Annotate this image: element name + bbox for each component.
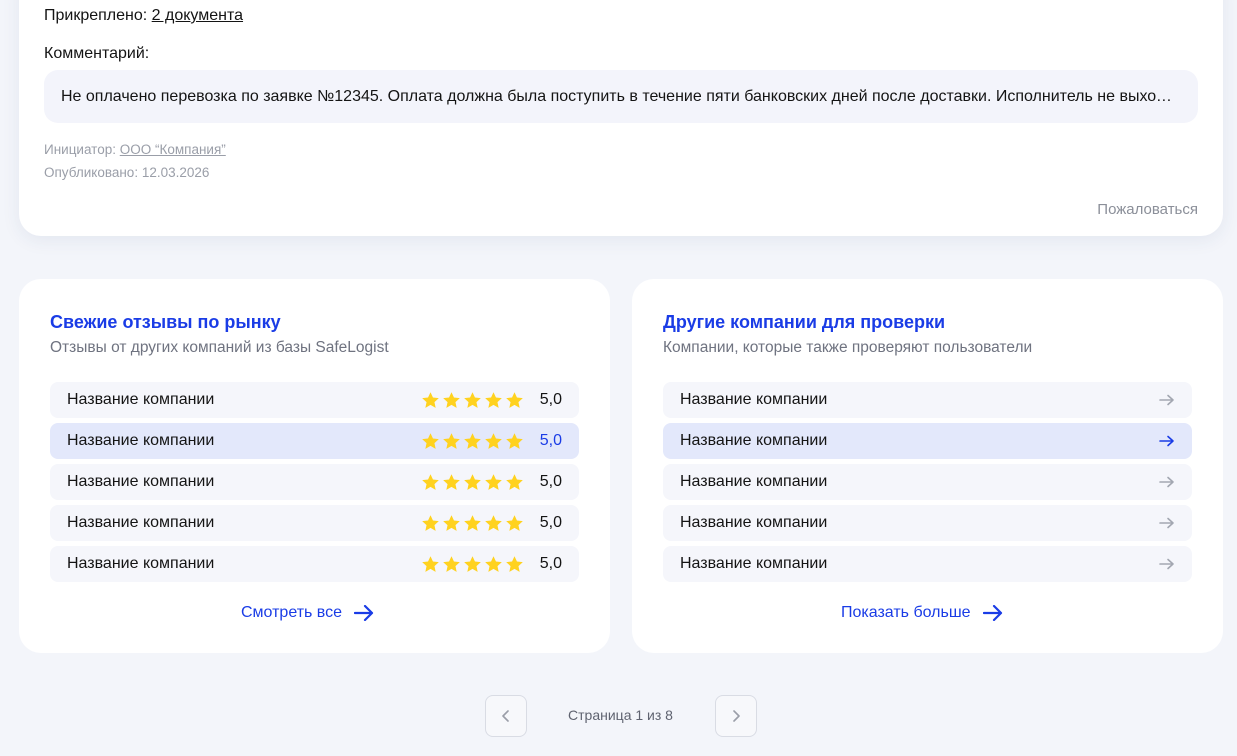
show-more-companies-button[interactable]: Показать больше	[841, 604, 1003, 622]
chevron-right-icon	[733, 710, 740, 722]
review-row[interactable]: Название компании 5,0	[50, 423, 579, 459]
company-name: Название компании	[680, 514, 828, 531]
arrow-right-icon	[1159, 394, 1174, 406]
star-rating	[421, 432, 524, 451]
star-icon	[443, 432, 460, 449]
star-icon	[464, 514, 481, 531]
companies-list: Название компании Название компании Назван…	[663, 382, 1192, 587]
star-icon	[464, 432, 481, 449]
arrow-right-icon	[354, 605, 374, 621]
companies-panel: Другие компании для проверки Компании, к…	[632, 279, 1223, 653]
star-icon	[464, 555, 481, 572]
arrow-right-icon	[1159, 476, 1174, 488]
rating-score: 5,0	[539, 432, 562, 449]
comment-card: Прикреплено: 2 документа Комментарий: Не…	[19, 0, 1223, 236]
rating-score: 5,0	[539, 514, 562, 531]
star-icon	[443, 514, 460, 531]
rating-score: 5,0	[539, 555, 562, 572]
company-name: Название компании	[67, 514, 215, 531]
star-icon	[485, 514, 502, 531]
company-name: Название компании	[67, 473, 215, 490]
initiator-line: Инициатор: ООО “Компания”	[44, 142, 226, 157]
complain-link[interactable]: Пожаловаться	[1097, 201, 1198, 218]
prev-page-button[interactable]	[485, 695, 527, 737]
star-icon	[443, 473, 460, 490]
star-icon	[506, 514, 523, 531]
company-name: Название компании	[67, 391, 215, 408]
reviews-panel-title: Свежие отзывы по рынку	[50, 312, 281, 332]
company-row[interactable]: Название компании	[663, 505, 1192, 541]
company-name: Название компании	[67, 555, 215, 572]
star-icon	[422, 555, 439, 572]
star-icon	[443, 391, 460, 408]
arrow-right-icon	[1159, 558, 1174, 570]
chevron-left-icon	[502, 710, 509, 722]
star-icon	[443, 555, 460, 572]
page-indicator: Страница 1 из 8	[568, 707, 673, 723]
star-icon	[506, 432, 523, 449]
next-page-button[interactable]	[715, 695, 757, 737]
view-all-label: Смотреть все	[241, 604, 343, 621]
star-icon	[506, 391, 523, 408]
company-row[interactable]: Название компании	[663, 423, 1192, 459]
star-icon	[422, 391, 439, 408]
initiator-link[interactable]: ООО “Компания”	[120, 142, 226, 157]
star-icon	[422, 514, 439, 531]
star-icon	[485, 432, 502, 449]
company-name: Название компании	[67, 432, 215, 449]
reviews-list: Название компании 5,0 Название компании 5,0…	[50, 382, 579, 587]
review-row[interactable]: Название компании 5,0	[50, 505, 579, 541]
star-icon	[506, 473, 523, 490]
star-rating	[421, 391, 524, 410]
show-more-label: Показать больше	[841, 604, 971, 621]
review-row[interactable]: Название компании 5,0	[50, 546, 579, 582]
star-icon	[422, 432, 439, 449]
star-icon	[485, 391, 502, 408]
star-rating	[421, 555, 524, 574]
initiator-label: Инициатор:	[44, 142, 116, 157]
arrow-right-icon	[1159, 435, 1174, 447]
comment-label: Комментарий:	[44, 45, 150, 62]
review-row[interactable]: Название компании 5,0	[50, 382, 579, 418]
company-name: Название компании	[680, 391, 828, 408]
star-icon	[464, 391, 481, 408]
view-all-reviews-button[interactable]: Смотреть все	[241, 604, 374, 622]
attached-documents-link[interactable]: 2 документа	[152, 7, 243, 24]
company-row[interactable]: Название компании	[663, 382, 1192, 418]
star-icon	[506, 555, 523, 572]
star-icon	[422, 473, 439, 490]
reviews-panel: Свежие отзывы по рынку Отзывы от других …	[19, 279, 610, 653]
arrow-right-icon	[982, 605, 1002, 621]
companies-panel-title: Другие компании для проверки	[663, 312, 946, 332]
star-icon	[464, 473, 481, 490]
review-row[interactable]: Название компании 5,0	[50, 464, 579, 500]
comment-text: Не оплачено перевозка по заявке №12345. …	[61, 87, 1181, 105]
star-icon	[485, 473, 502, 490]
published-date: Опубликовано: 12.03.2026	[44, 165, 210, 180]
comment-box: Не оплачено перевозка по заявке №12345. …	[44, 70, 1198, 123]
company-name: Название компании	[680, 473, 828, 490]
attached-info: Прикреплено: 2 документа	[44, 7, 243, 25]
arrow-right-icon	[1159, 517, 1174, 529]
star-rating	[421, 514, 524, 533]
company-row[interactable]: Название компании	[663, 464, 1192, 500]
company-name: Название компании	[680, 555, 828, 572]
star-icon	[485, 555, 502, 572]
company-name: Название компании	[680, 432, 828, 449]
companies-panel-subtitle: Компании, которые также проверяют пользо…	[663, 339, 1033, 356]
star-rating	[421, 473, 524, 492]
reviews-panel-subtitle: Отзывы от других компаний из базы SafeLo…	[50, 339, 389, 356]
company-row[interactable]: Название компании	[663, 546, 1192, 582]
rating-score: 5,0	[539, 391, 562, 408]
attached-label: Прикреплено:	[44, 7, 148, 24]
rating-score: 5,0	[539, 473, 562, 490]
